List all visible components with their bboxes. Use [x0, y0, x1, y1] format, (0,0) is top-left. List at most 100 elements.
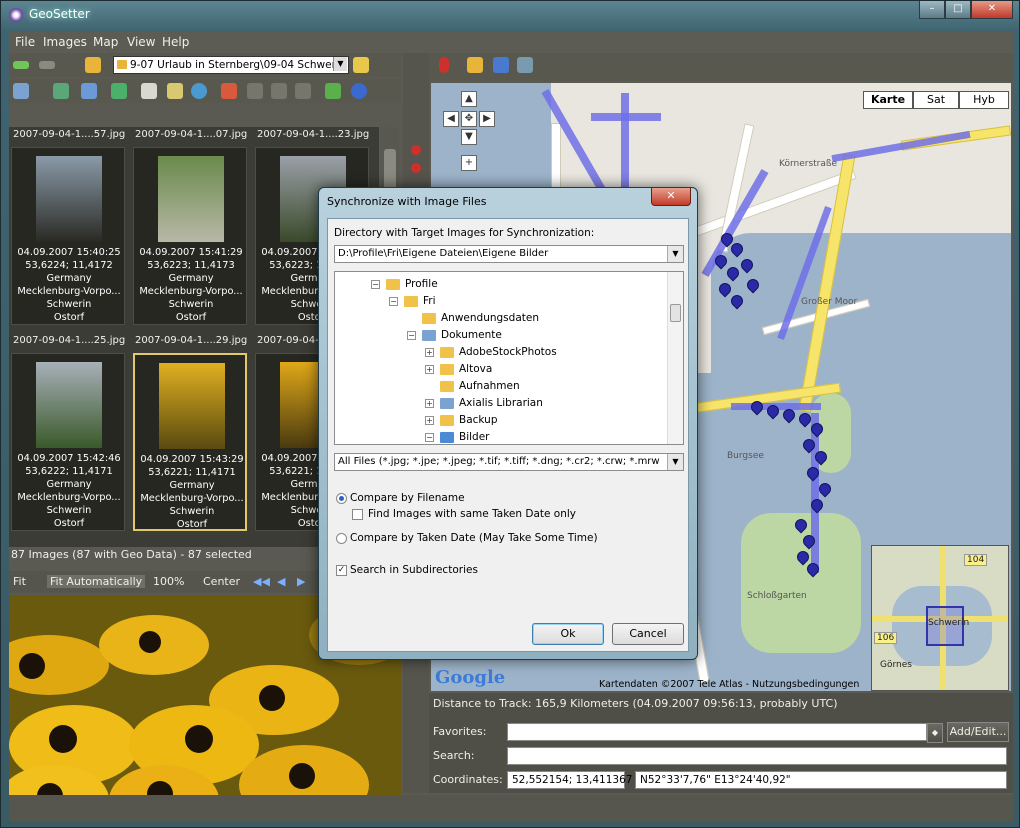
map-pin-icon[interactable] [411, 145, 421, 155]
tree-item[interactable]: − Bilder [425, 429, 489, 444]
collapse-icon[interactable]: − [407, 330, 416, 340]
internet-icon[interactable] [351, 83, 367, 99]
expand-icon[interactable]: + [425, 347, 434, 357]
tree-item[interactable]: + Axialis Librarian [425, 395, 543, 411]
folder-tree[interactable]: − Profile − Fri Anwendungsdaten − Dokumente + Ad… [334, 271, 684, 445]
tree-item[interactable]: + AdobeStockPhotos [425, 344, 557, 360]
add-edit-button[interactable]: Add/Edit... [947, 722, 1009, 742]
globe-icon[interactable] [191, 83, 207, 99]
fit-automatically-button[interactable]: Fit Automatically [47, 575, 146, 588]
maximize-button[interactable]: □ [945, 1, 971, 19]
thumbnail-item[interactable]: 2007-09-04-1....07.jpg 04.09.2007 15:41:2… [133, 129, 247, 329]
map-type-karte[interactable]: Karte [863, 91, 913, 109]
collapse-icon[interactable]: − [425, 432, 434, 442]
expand-icon[interactable]: + [425, 398, 434, 408]
favorites-spin-icon[interactable]: ◆ [927, 723, 943, 743]
collapse-icon[interactable]: − [389, 296, 398, 306]
thumbnail-frame[interactable]: 04.09.2007 15:41:29 53,6223; 11,4173 Germa… [133, 147, 247, 325]
zoom-level[interactable]: 100% [153, 575, 184, 588]
collapse-icon[interactable]: − [371, 279, 380, 289]
save-icon[interactable] [295, 83, 311, 99]
expand-icon[interactable]: + [425, 364, 434, 374]
sort-icon[interactable] [53, 83, 69, 99]
menu-map[interactable]: Map [93, 35, 118, 49]
menu-file[interactable]: File [15, 35, 35, 49]
file-type-filter[interactable]: All Files (*.jpg; *.jpe; *.jpeg; *.tif; … [334, 453, 684, 471]
tree-item[interactable]: Aufnahmen [425, 378, 520, 394]
refresh-icon[interactable] [111, 83, 127, 99]
previous-image-icon[interactable]: ◀ [277, 575, 285, 588]
map-pin-icon[interactable] [411, 163, 421, 173]
favorites-input[interactable] [507, 723, 927, 741]
folder-up-icon[interactable] [85, 57, 101, 73]
fit-button[interactable]: Fit [13, 575, 26, 588]
map-type-hyb[interactable]: Hyb [959, 91, 1009, 109]
view-list-icon[interactable] [13, 83, 29, 99]
menu-help[interactable]: Help [162, 35, 189, 49]
tools-icon[interactable] [517, 57, 533, 73]
expand-icon[interactable]: + [425, 415, 434, 425]
next-image-icon[interactable]: ▶ [297, 575, 305, 588]
zoom-in-icon[interactable]: + [461, 155, 477, 171]
first-image-icon[interactable]: ◀◀ [253, 575, 270, 588]
thumbnail-item[interactable]: 2007-09-04-1....29.jpg 04.09.2007 15:43:2… [133, 335, 247, 535]
coordinates-decimal-field[interactable]: 52,552154; 13,411367 [507, 771, 632, 789]
directory-combo[interactable]: D:\Profile\Fri\Eigene Dateien\Eigene Bil… [334, 245, 684, 263]
undo-icon[interactable] [247, 83, 263, 99]
compare-filename-radio[interactable] [336, 493, 347, 504]
pan-center-icon[interactable]: ✥ [461, 111, 477, 127]
chevron-down-icon[interactable]: ▼ [667, 246, 683, 262]
map-type-sat[interactable]: Sat [913, 91, 959, 109]
pan-left-icon[interactable]: ◀ [443, 111, 459, 127]
geotag-icon[interactable] [325, 83, 341, 99]
tree-item[interactable]: − Dokumente [407, 327, 502, 343]
ok-button[interactable]: Ok [532, 623, 604, 645]
cancel-button[interactable]: Cancel [612, 623, 684, 645]
compare-taken-date-label[interactable]: Compare by Taken Date (May Take Some Tim… [350, 532, 598, 544]
map-attribution[interactable]: Kartendaten ©2007 Tele Atlas - Nutzungsb… [599, 679, 859, 690]
compare-filename-label[interactable]: Compare by Filename [350, 492, 465, 504]
tree-scrollbar[interactable] [667, 272, 683, 444]
forward-arrow-icon[interactable] [39, 61, 55, 69]
pan-down-icon[interactable]: ▼ [461, 129, 477, 145]
open-track-icon[interactable] [467, 57, 483, 73]
close-button[interactable]: ✕ [971, 1, 1013, 19]
tree-item[interactable]: − Fri [389, 293, 436, 309]
chevron-down-icon[interactable]: ▼ [333, 57, 347, 71]
title-bar[interactable]: GeoSetter – □ ✕ [1, 1, 1020, 29]
back-arrow-icon[interactable] [13, 61, 29, 69]
same-date-checkbox[interactable] [352, 509, 363, 520]
open-folder-icon[interactable] [353, 57, 369, 73]
search-input[interactable] [507, 747, 1007, 765]
thumbnail-frame[interactable]: 04.09.2007 15:43:29 53,6221; 11,4171 Germa… [133, 353, 247, 531]
coordinates-dms-field[interactable]: N52°33'7,76" E13°24'40,92" [635, 771, 1007, 789]
thumbnail-item[interactable]: 2007-09-04-1....25.jpg 04.09.2007 15:42:4… [11, 335, 125, 535]
redo-icon[interactable] [271, 83, 287, 99]
calendar-icon[interactable] [221, 83, 237, 99]
car-icon[interactable] [493, 57, 509, 73]
tree-item[interactable]: Anwendungsdaten [407, 310, 539, 326]
search-subdirs-checkbox[interactable]: ✓ [336, 565, 347, 576]
images-icon[interactable] [167, 83, 183, 99]
thumbnail-frame[interactable]: 04.09.2007 15:42:46 53,6222; 11,4171 Germa… [11, 353, 125, 531]
menu-images[interactable]: Images [43, 35, 87, 49]
thumbnail-item[interactable]: 2007-09-04-1....57.jpg 04.09.2007 15:40:2… [11, 129, 125, 329]
tree-item[interactable]: + Altova [425, 361, 492, 377]
tree-item[interactable]: + Backup [425, 412, 498, 428]
center-button[interactable]: Center [203, 575, 240, 588]
overview-map[interactable]: Schwerin Görnes 104 106 [871, 545, 1009, 691]
comment-icon[interactable] [141, 83, 157, 99]
tree-item[interactable]: − Profile [371, 276, 438, 292]
dialog-close-button[interactable]: ✕ [651, 188, 691, 206]
thumbnail-frame[interactable]: 04.09.2007 15:40:25 53,6224; 11,4172 Germa… [11, 147, 125, 325]
map-pin-icon[interactable] [439, 57, 449, 73]
filter-icon[interactable] [81, 83, 97, 99]
folder-path-combo[interactable]: 9-07 Urlaub in Sternberg\09-04 Schwerin [113, 56, 349, 74]
pan-right-icon[interactable]: ▶ [479, 111, 495, 127]
menu-view[interactable]: View [127, 35, 155, 49]
compare-taken-date-radio[interactable] [336, 533, 347, 544]
same-date-label[interactable]: Find Images with same Taken Date only [368, 508, 576, 520]
search-subdirs-label[interactable]: Search in Subdirectories [350, 564, 478, 576]
chevron-down-icon[interactable]: ▼ [667, 454, 683, 470]
pan-up-icon[interactable]: ▲ [461, 91, 477, 107]
